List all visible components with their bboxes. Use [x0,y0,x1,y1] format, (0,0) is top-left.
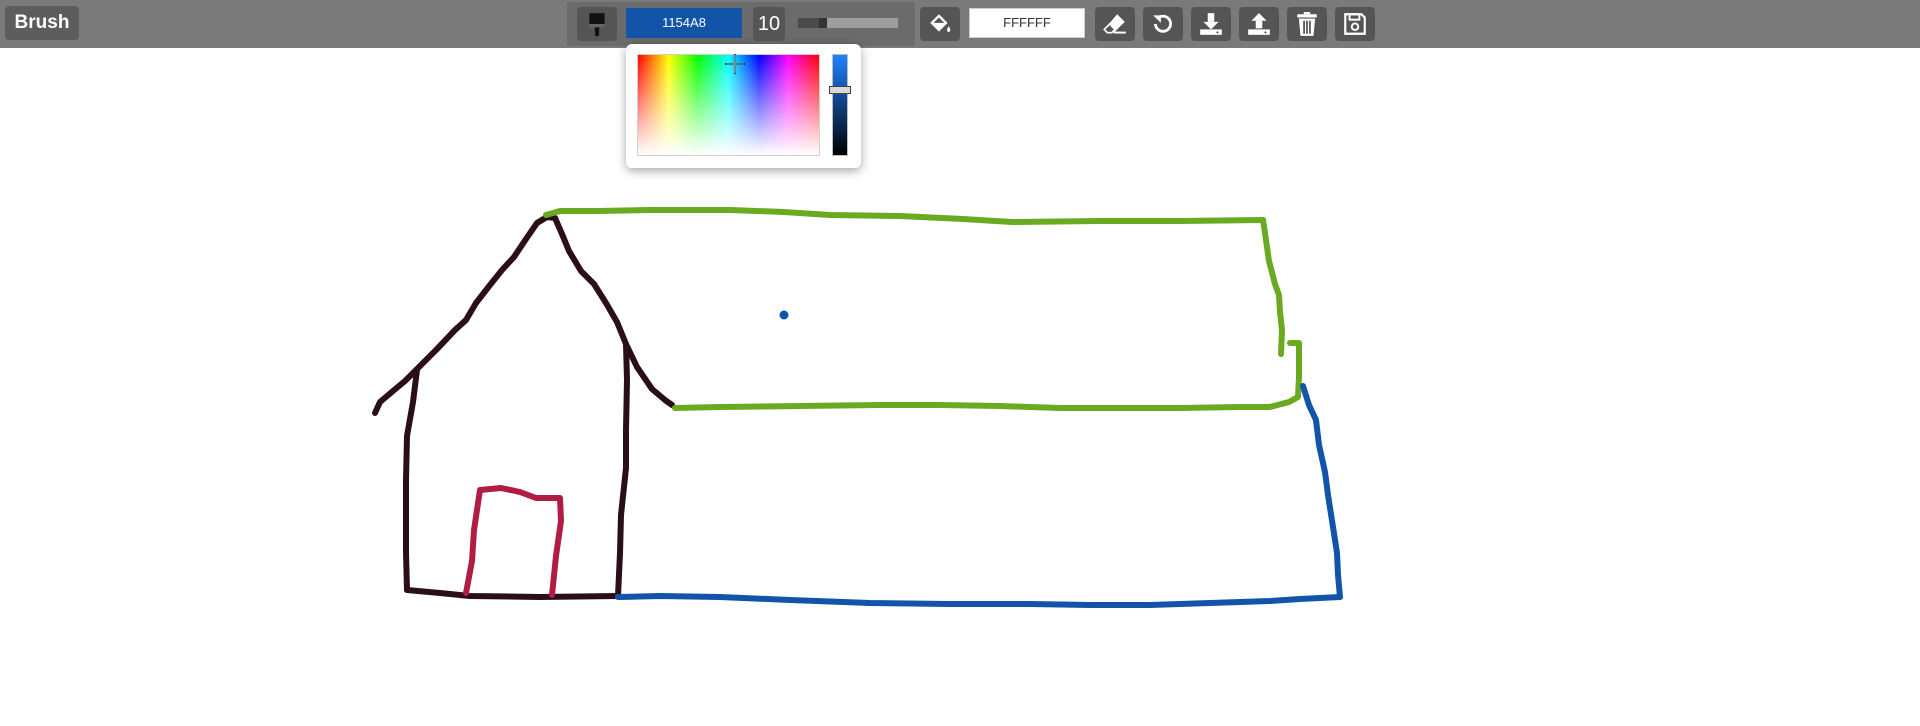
undo-icon [1153,14,1172,33]
house-left-wall-stroke [403,367,420,593]
undo-button[interactable] [1143,7,1183,41]
mode-button[interactable]: Brush [5,6,79,40]
paint-bucket-icon [930,14,951,33]
house-floor-stroke [404,587,621,600]
upload-button[interactable] [1239,7,1279,41]
ground-stroke [615,593,1343,608]
paint-brush-icon [589,13,605,37]
brush-dot [779,310,789,320]
brush-size-slider[interactable] [798,18,898,28]
save-button[interactable] [1335,7,1375,41]
roof-edge-stroke [672,340,1302,411]
brush-size-value: 10 [753,7,785,41]
download-icon [1200,13,1222,35]
clear-button[interactable] [1287,7,1327,41]
trash-icon [1297,12,1317,36]
door-stroke [463,485,564,598]
slider-fill [798,18,819,28]
house-right-wall-stroke [615,341,630,599]
upload-icon [1248,13,1270,35]
save-icon [1344,13,1366,35]
background-color-input[interactable]: FFFFFF [969,8,1085,38]
fill-button[interactable] [920,7,960,41]
eraser-icon [1103,14,1126,34]
roof-top-stroke [543,207,1285,357]
side-wall-stroke [1300,383,1343,600]
download-button[interactable] [1191,7,1231,41]
brush-button[interactable] [577,7,617,41]
eraser-button[interactable] [1095,7,1135,41]
drawing-canvas[interactable] [0,48,1920,726]
toolbar: Brush 1154A8 10 FFFFFF [0,0,1920,48]
brush-color-input[interactable]: 1154A8 [626,8,742,38]
slider-thumb[interactable] [819,18,827,28]
